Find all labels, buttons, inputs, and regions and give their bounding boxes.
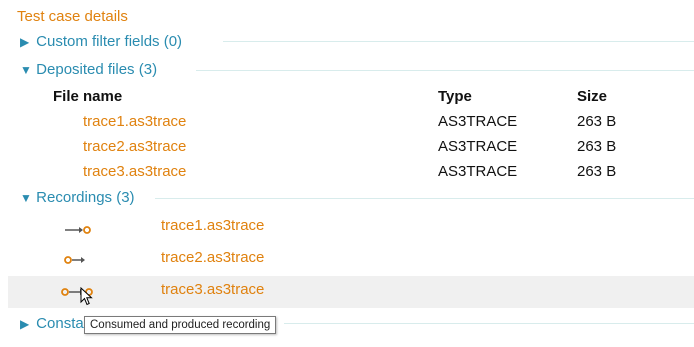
tooltip: Consumed and produced recording [84,316,277,334]
recording-row[interactable]: trace1.as3trace [8,212,694,244]
file-link[interactable]: trace3.as3trace [83,163,186,180]
section-divider [284,323,694,324]
section-custom-filter-fields[interactable]: ▶ Custom filter fields (0) [20,33,182,50]
section-constants[interactable]: ▶ Consta [20,315,84,332]
recording-link[interactable]: trace1.as3trace [161,217,264,234]
file-link[interactable]: trace1.as3trace [83,113,186,130]
section-label: Recordings (3) [36,189,135,206]
column-header-type[interactable]: Type [438,88,472,105]
file-type: AS3TRACE [438,113,518,130]
file-size: 263 B [577,163,617,180]
produced-recording-icon [65,226,91,234]
section-divider [223,41,694,42]
recording-row[interactable]: trace3.as3trace [8,276,694,308]
file-type: AS3TRACE [438,163,518,180]
section-deposited-files[interactable]: ▼ Deposited files (3) [20,61,157,78]
section-label: Custom filter fields (0) [36,33,183,50]
section-divider [196,70,694,71]
section-label: Consta [36,315,84,332]
expand-triangle-icon: ▶ [20,35,30,49]
recording-link[interactable]: trace2.as3trace [161,249,264,266]
collapse-triangle-icon: ▼ [20,63,32,77]
section-divider [155,198,694,199]
recording-link[interactable]: trace3.as3trace [161,281,264,298]
file-size: 263 B [577,113,617,130]
recording-row[interactable]: trace2.as3trace [8,244,694,276]
section-label: Deposited files (3) [36,61,158,78]
column-header-size[interactable]: Size [577,88,607,105]
file-size: 263 B [577,138,617,155]
section-recordings[interactable]: ▼ Recordings (3) [20,189,135,206]
page-title: Test case details [17,8,128,25]
collapse-triangle-icon: ▼ [20,191,32,205]
consumed-recording-icon [64,256,85,264]
file-type: AS3TRACE [438,138,518,155]
expand-triangle-icon: ▶ [20,317,30,331]
mouse-pointer-icon [80,287,93,306]
column-header-file-name[interactable]: File name [53,88,122,105]
file-link[interactable]: trace2.as3trace [83,138,186,155]
